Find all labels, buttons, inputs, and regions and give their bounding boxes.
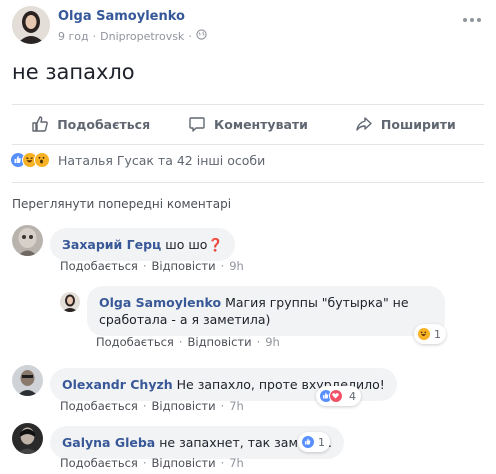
comment-reply-link[interactable]: Відповісти [188,335,252,349]
link-separator: · [142,456,147,470]
link-separator: · [178,335,183,349]
commenter-avatar[interactable] [12,423,43,454]
comment-actions: Подобається · Відповісти · 7h [60,399,244,413]
reply-bubble: Olga Samoylenko Магия группы "бутырка" не… [87,286,445,336]
commenter-avatar[interactable] [12,365,43,396]
comment-time[interactable]: 9h [229,259,244,273]
comment-icon [188,115,206,133]
comment-button-label: Коментувати [214,116,308,132]
post-time[interactable]: 9 год [58,30,89,43]
reactions-summary[interactable]: Наталья Гусак та 42 інші особи [10,152,265,168]
link-separator: · [142,259,147,273]
comment-reply-link[interactable]: Відповісти [152,456,216,470]
comment-button[interactable]: Коментувати [169,108,326,140]
comment-reactions[interactable]: 1 [298,432,330,452]
post-text: не запахло [12,60,135,84]
wow-icon [34,152,50,168]
author-avatar[interactable] [12,6,50,44]
like-button[interactable]: Подобається [12,108,169,140]
thumbs-up-icon [31,115,49,133]
view-previous-comments-link[interactable]: Переглянути попередні коментарі [12,197,231,211]
post-location[interactable]: Dnipropetrovsk [100,30,184,43]
comment-author[interactable]: Olga Samoylenko [99,295,221,310]
reaction-icons [319,389,343,403]
comment-reactions[interactable]: 4 [316,386,361,406]
comment-actions: Подобається · Відповісти · 9h [96,335,280,349]
divider [12,104,484,105]
comment-text: шо шо❓ [165,237,224,252]
link-separator: · [256,335,261,349]
share-button-label: Поширити [380,116,456,132]
share-button[interactable]: Поширити [327,108,484,140]
comment-bubble: Захарий Герц шо шо❓ [50,228,236,261]
comment-actions: Подобається · Відповісти · 7h [60,456,244,470]
link-separator: · [220,399,225,413]
comment-reply-link[interactable]: Відповісти [152,259,216,273]
comment-reply-link[interactable]: Відповісти [152,399,216,413]
reactions-summary-text: Наталья Гусак та 42 інші особи [58,152,266,168]
reaction-count: 1 [318,435,325,449]
divider [12,182,484,183]
comment-time[interactable]: 7h [229,399,244,413]
comment-author[interactable]: Olexandr Chyzh [62,377,173,392]
comment-like-link[interactable]: Подобається [60,399,138,413]
post-actions: Подобається Коментувати Поширити [12,108,484,140]
reaction-icons [10,152,50,168]
commenter-avatar[interactable] [12,225,43,256]
comment-author[interactable]: Захарий Герц [62,237,161,252]
post-author-name[interactable]: Olga Samoylenko [58,9,185,24]
post-options-icon[interactable] [462,8,482,27]
like-icon [301,435,315,449]
comment-actions: Подобається · Відповісти · 9h [60,259,244,273]
link-separator: · [220,456,225,470]
link-separator: · [220,259,225,273]
share-icon [355,115,373,133]
globe-icon [196,29,207,43]
like-button-label: Подобається [57,116,151,132]
reply-avatar[interactable] [60,292,80,312]
comment-like-link[interactable]: Подобається [60,259,138,273]
link-separator: · [142,399,147,413]
meta-separator: · [188,29,192,43]
love-icon [329,389,343,403]
reaction-count: 4 [349,389,356,403]
divider [12,144,484,145]
comment-time[interactable]: 7h [229,456,244,470]
comment-author[interactable]: Galyna Gleba [62,435,155,450]
reaction-count: 1 [434,327,441,341]
post-meta: 9 год · Dnipropetrovsk · [58,29,207,43]
comment-like-link[interactable]: Подобається [96,335,174,349]
comment-reactions[interactable]: 1 [414,324,446,344]
haha-icon [417,327,431,341]
comment-like-link[interactable]: Подобається [60,456,138,470]
facebook-post: Olga Samoylenko 9 год · Dnipropetrovsk ·… [0,0,496,474]
comment-time[interactable]: 9h [265,335,280,349]
meta-separator: · [92,29,97,43]
